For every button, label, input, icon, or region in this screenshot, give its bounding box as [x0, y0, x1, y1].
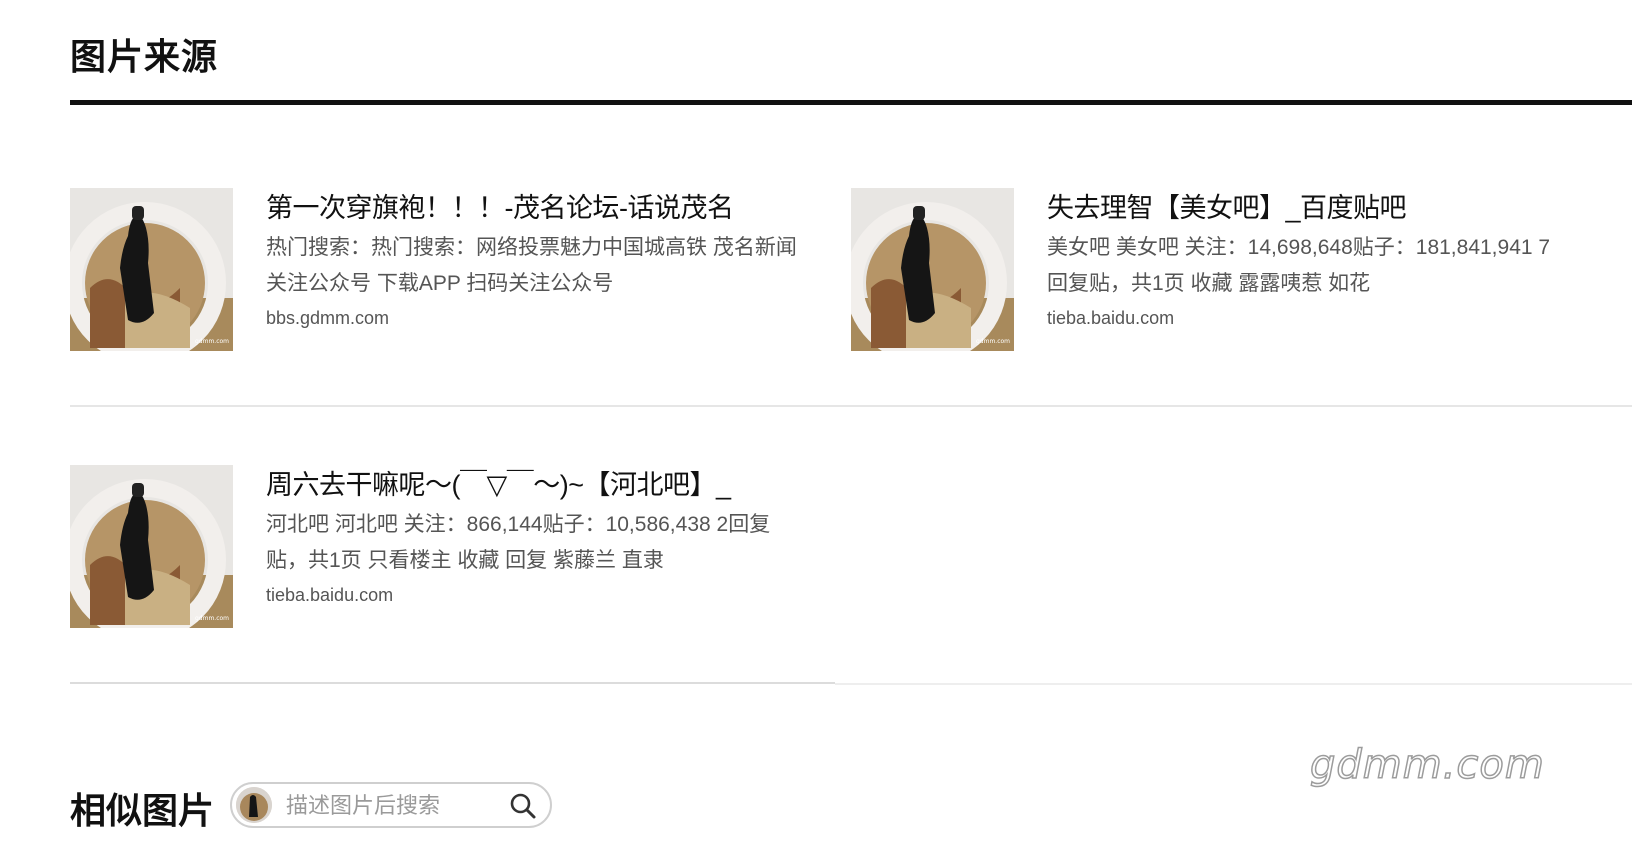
- result-site[interactable]: bbs.gdmm.com: [266, 308, 389, 329]
- heading-divider: [70, 100, 1632, 105]
- site-watermark: gdmm.com: [1309, 741, 1545, 789]
- svg-text:gdmm.com: gdmm.com: [195, 615, 229, 622]
- result-site[interactable]: tieba.baidu.com: [1047, 308, 1174, 329]
- svg-text:gdmm.com: gdmm.com: [195, 338, 229, 345]
- result-thumbnail[interactable]: gdmm.com: [851, 188, 1014, 351]
- result-description: 河北吧 河北吧 关注：866,144贴子：10,586,438 2回复贴，共1页…: [266, 513, 771, 572]
- result-thumbnail[interactable]: gdmm.com: [70, 465, 233, 628]
- svg-text:gdmm.com: gdmm.com: [976, 338, 1010, 345]
- search-icon[interactable]: [508, 791, 538, 821]
- result-title[interactable]: 第一次穿旗袍！！！-茂名论坛-话说茂名: [266, 186, 806, 225]
- source-result-card[interactable]: gdmm.com 失去理智【美女吧】_百度贴吧 美女吧 美女吧 关注：14,69…: [851, 188, 1591, 353]
- source-result-card[interactable]: gdmm.com 周六去干嘛呢～(￣▽￣～)~【河北吧】_ 河北吧 河北吧 关注…: [70, 465, 810, 630]
- result-description: 热门搜索：热门搜索：网络投票魅力中国城高铁 茂名新闻 关注公众号 下载APP 扫…: [266, 236, 797, 295]
- result-description: 美女吧 美女吧 关注：14,698,648贴子：181,841,941 7回复贴…: [1047, 236, 1551, 295]
- source-result-card[interactable]: gdmm.com 第一次穿旗袍！！！-茂名论坛-话说茂名 热门搜索：热门搜索：网…: [70, 188, 810, 353]
- image-search-box[interactable]: [230, 782, 552, 828]
- result-site[interactable]: tieba.baidu.com: [266, 585, 393, 606]
- row-divider: [70, 682, 835, 684]
- result-thumbnail[interactable]: gdmm.com: [70, 188, 233, 351]
- similar-images-heading: 相似图片: [70, 790, 215, 831]
- result-title[interactable]: 周六去干嘛呢～(￣▽￣～)~【河北吧】_: [266, 463, 806, 502]
- result-title[interactable]: 失去理智【美女吧】_百度贴吧: [1047, 186, 1587, 225]
- search-input[interactable]: [284, 790, 498, 822]
- row-divider: [835, 683, 1632, 685]
- row-divider: [70, 405, 1632, 407]
- image-source-heading: 图片来源: [70, 36, 219, 77]
- query-image-avatar[interactable]: [236, 787, 272, 823]
